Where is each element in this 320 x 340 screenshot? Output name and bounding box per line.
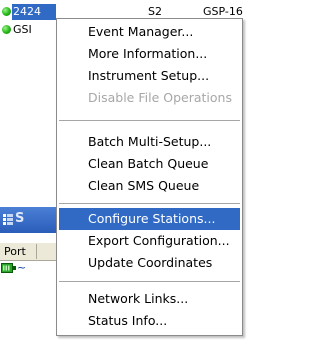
menu-divider [59,120,240,121]
status-online-icon [2,25,11,34]
menu-item-clean-sms-queue[interactable]: Clean SMS Queue [59,175,240,197]
station-id: 2424 [13,5,41,18]
menu-divider [59,281,240,282]
connection-icon [1,263,16,273]
menu-item-batch-multi-setup[interactable]: Batch Multi-Setup... [59,131,240,153]
panel-title-bar: S [0,207,58,233]
column-separator [36,244,37,259]
menu-item-disable-file-operations: Disable File Operations [88,90,232,105]
station-label: GSI [13,23,32,36]
menu-item-configure-stations[interactable]: Configure Stations... [59,208,240,230]
menu-item-update-coordinates[interactable]: Update Coordinates [59,252,240,274]
panel-title: S [15,211,25,226]
menu-item-clean-batch-queue[interactable]: Clean Batch Queue [59,153,240,175]
menu-divider [59,203,240,204]
port-column-header[interactable]: Port [0,242,58,261]
port-header-label: Port [4,245,26,258]
signal-icon: ~ [17,261,27,274]
status-online-icon [2,7,11,16]
menu-item-network-links[interactable]: Network Links... [59,288,240,310]
menu-item-event-manager[interactable]: Event Manager... [59,21,240,43]
menu-item-export-configuration[interactable]: Export Configuration... [59,230,240,252]
selected-cell[interactable]: 2424 [12,4,56,20]
menu-item-status-info[interactable]: Status Info... [59,310,240,332]
context-menu: Event Manager... More Information... Ins… [56,18,243,336]
menu-item-instrument-setup[interactable]: Instrument Setup... [59,65,240,87]
menu-item-more-information[interactable]: More Information... [59,43,240,65]
grid-icon [3,214,13,225]
